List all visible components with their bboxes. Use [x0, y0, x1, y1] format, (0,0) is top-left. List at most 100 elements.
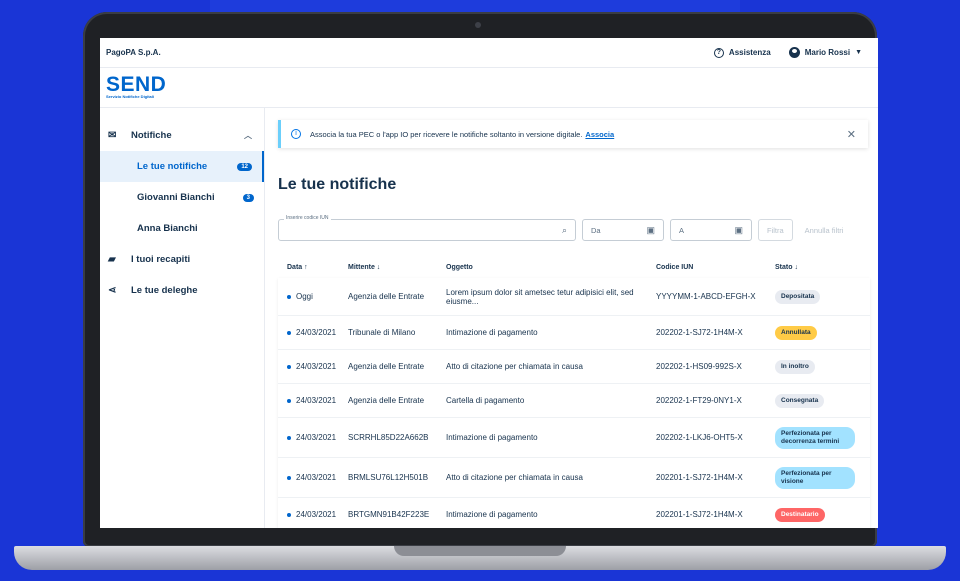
cell-date: 24/03/2021	[278, 433, 348, 442]
cell-status: Consegnata	[775, 393, 870, 408]
status-badge: Consegnata	[775, 393, 825, 408]
cell-subject: Atto di citazione per chiamata in causa	[446, 473, 583, 482]
content-overlay: Le tue notifiche Inserire codice IUN ⌕ D…	[265, 38, 878, 528]
cell-iun: 202202-1-HS09-992S-X	[656, 362, 742, 371]
sidebar-item-le-tue-notifiche[interactable]: Le tue notifiche 12	[100, 151, 264, 182]
unread-dot-icon	[287, 294, 291, 299]
cell-subject: Intimazione di pagamento	[446, 433, 538, 442]
cell-status: Destinatario	[775, 507, 870, 522]
unread-dot-icon	[287, 364, 291, 369]
sidebar-item-label: Anna Bianchi	[137, 223, 198, 234]
cell-iun: 202202-1-SJ72-1H4M-X	[656, 328, 743, 337]
table-row[interactable]: 24/03/2021 Agenzia delle Entrate Atto di c…	[278, 350, 870, 384]
status-badge: Destinatario	[775, 507, 825, 522]
cell-iun: 202201-1-SJ72-1H4M-X	[656, 510, 743, 519]
table-header: Data ↑ Mittente ↓ Oggetto Codice IUN Sta…	[278, 256, 870, 278]
cell-subject: Intimazione di pagamento	[446, 328, 538, 337]
search-icon[interactable]: ⌕	[562, 225, 567, 236]
page-title: Le tue notifiche	[278, 176, 397, 193]
date-to-field[interactable]: A ▣	[670, 219, 752, 241]
reset-filters-button[interactable]: Annulla filtri	[799, 219, 850, 241]
table-row[interactable]: 24/03/2021 BRMLSU76L12H501B Atto di citazi…	[278, 458, 870, 498]
sidebar-item-label: Notifiche	[131, 130, 172, 141]
sidebar-item-label: I tuoi recapiti	[131, 254, 191, 265]
cell-date: 24/03/2021	[278, 362, 348, 371]
cell-date: 24/03/2021	[278, 510, 348, 519]
cell-sender: SCRRHL85D22A662B	[348, 433, 429, 442]
date-to-placeholder: A	[679, 225, 685, 235]
sidebar-item-notifiche[interactable]: ✉ Notifiche ︿	[100, 120, 264, 151]
cell-subject: Lorem ipsum dolor sit ametsec tetur adip…	[446, 287, 634, 306]
status-badge: Depositata	[775, 289, 821, 304]
filter-bar: Inserire codice IUN ⌕ Da ▣ A ▣ Filtra An…	[278, 215, 850, 241]
mail-icon: ✉	[108, 130, 117, 141]
cell-subject: Atto di citazione per chiamata in causa	[446, 362, 583, 371]
sidebar-item-label: Le tue notifiche	[137, 161, 208, 172]
table-body: Oggi Agenzia delle Entrate Lorem ipsum dol…	[278, 278, 870, 528]
unread-dot-icon	[287, 475, 291, 480]
cell-iun: YYYYMM-1-ABCD-EFGH-X	[656, 292, 756, 301]
sidebar-item-deleghe[interactable]: ⋖ Le tue deleghe	[100, 275, 264, 306]
cell-date: 24/03/2021	[278, 473, 348, 482]
app-screen: PagoPA S.p.A. ? Assistenza Mario Rossi ▼…	[100, 38, 878, 528]
sidebar-item-label: Giovanni Bianchi	[137, 192, 215, 203]
cell-status: Annullata	[775, 325, 870, 340]
contacts-icon: ▰	[108, 254, 116, 265]
col-iun-header: Codice IUN	[656, 263, 694, 271]
iun-input-legend: Inserire codice IUN	[284, 215, 331, 221]
cell-sender: BRTGMN91B42F223E	[348, 510, 430, 519]
status-badge: Perfezionata per decorrenza termini	[775, 426, 855, 449]
unread-dot-icon	[287, 435, 291, 440]
laptop-notch	[394, 546, 566, 556]
col-status-header[interactable]: Stato ↓	[775, 264, 870, 271]
cell-date: 24/03/2021	[278, 328, 348, 337]
table-row[interactable]: Oggi Agenzia delle Entrate Lorem ipsum dol…	[278, 278, 870, 316]
status-badge: In inoltro	[775, 359, 815, 374]
col-subject-header: Oggetto	[446, 263, 473, 271]
cell-sender: Agenzia delle Entrate	[348, 396, 425, 405]
company-name[interactable]: PagoPA S.p.A.	[106, 48, 161, 57]
camera-dot	[475, 22, 481, 28]
cell-iun: 202202-1-FT29-0NY1-X	[656, 396, 742, 405]
sidebar-item-anna-bianchi[interactable]: Anna Bianchi	[100, 213, 264, 244]
col-date-header[interactable]: Data ↑	[278, 264, 348, 271]
calendar-icon[interactable]: ▣	[734, 225, 743, 236]
unread-dot-icon	[287, 398, 291, 403]
date-from-placeholder: Da	[591, 225, 601, 235]
date-from-field[interactable]: Da ▣	[582, 219, 664, 241]
cell-status: Perfezionata per visione	[775, 466, 870, 489]
unread-dot-icon	[287, 512, 291, 517]
status-badge: Annullata	[775, 325, 817, 340]
cell-sender: Agenzia delle Entrate	[348, 362, 425, 371]
chevron-up-icon[interactable]: ︿	[244, 130, 252, 141]
unread-dot-icon	[287, 330, 291, 335]
status-badge: Perfezionata per visione	[775, 466, 855, 489]
sidebar-item-label: Le tue deleghe	[131, 285, 198, 296]
notifications-table: Data ↑ Mittente ↓ Oggetto Codice IUN Sta…	[278, 256, 870, 528]
sidebar: ✉ Notifiche ︿ Le tue notifiche 12 Giovan…	[100, 108, 265, 528]
table-row[interactable]: 24/03/2021 Tribunale di Milano Intimazione…	[278, 316, 870, 350]
cell-date: 24/03/2021	[278, 396, 348, 405]
cell-subject: Cartella di pagamento	[446, 396, 525, 405]
cell-status: Depositata	[775, 289, 870, 304]
table-row[interactable]: 24/03/2021 Agenzia delle Entrate Cartella …	[278, 384, 870, 418]
cell-status: In inoltro	[775, 359, 870, 374]
calendar-icon[interactable]: ▣	[646, 225, 655, 236]
laptop-base	[14, 546, 946, 570]
table-row[interactable]: 24/03/2021 BRTGMN91B42F223E Intimazione di…	[278, 498, 870, 528]
iun-search-input[interactable]: Inserire codice IUN ⌕	[278, 215, 576, 241]
filter-button[interactable]: Filtra	[758, 219, 793, 241]
count-badge: 12	[237, 162, 252, 171]
col-sender-header[interactable]: Mittente ↓	[348, 264, 446, 271]
cell-iun: 202201-1-SJ72-1H4M-X	[656, 473, 743, 482]
cell-iun: 202202-1-LKJ6-OHT5-X	[656, 433, 743, 442]
cell-subject: Intimazione di pagamento	[446, 510, 538, 519]
table-row[interactable]: 24/03/2021 SCRRHL85D22A662B Intimazione di…	[278, 418, 870, 458]
cell-status: Perfezionata per decorrenza termini	[775, 426, 870, 449]
cell-sender: Tribunale di Milano	[348, 328, 416, 337]
cell-sender: BRMLSU76L12H501B	[348, 473, 429, 482]
cell-date: Oggi	[278, 292, 348, 301]
sidebar-item-recapiti[interactable]: ▰ I tuoi recapiti	[100, 244, 264, 275]
cell-sender: Agenzia delle Entrate	[348, 292, 425, 301]
sidebar-item-giovanni-bianchi[interactable]: Giovanni Bianchi 3	[100, 182, 264, 213]
